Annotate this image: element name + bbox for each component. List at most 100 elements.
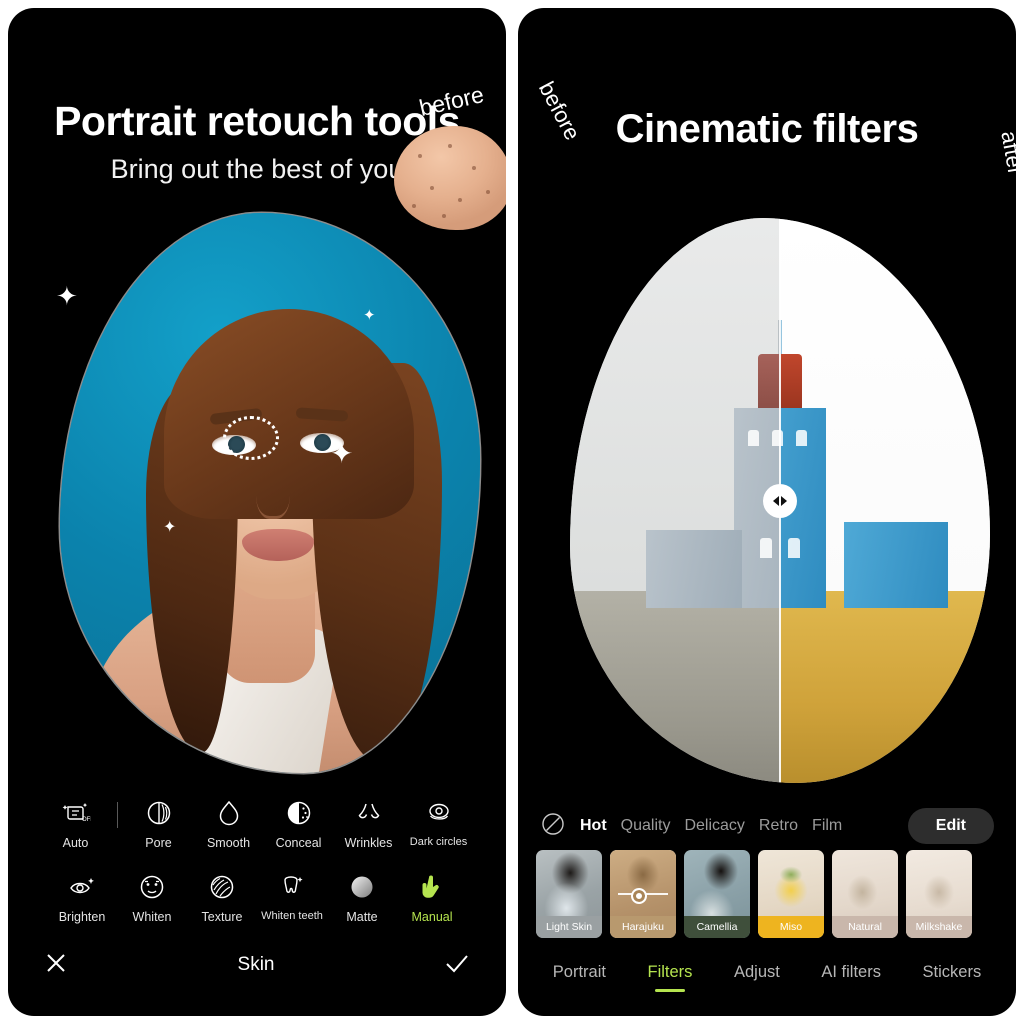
- tool-label: Brighten: [58, 910, 106, 924]
- nav-item-filters[interactable]: Filters: [647, 963, 693, 992]
- filter-thumb-natural[interactable]: Natural: [832, 850, 898, 938]
- filter-thumb-light-skin[interactable]: Light Skin: [536, 850, 602, 938]
- tool-label: Auto: [62, 836, 89, 850]
- selection-ring[interactable]: [223, 416, 279, 460]
- nav-label: Stickers: [922, 963, 982, 981]
- filter-thumb-label: Miso: [758, 916, 824, 938]
- left-right-arrows-icon: [773, 495, 787, 506]
- nav-item-portrait[interactable]: Portrait: [553, 963, 606, 992]
- filter-thumb-camellia[interactable]: Camellia: [684, 850, 750, 938]
- none-slash-icon[interactable]: [540, 811, 566, 842]
- filter-category-retro[interactable]: Retro: [759, 817, 798, 835]
- eye-dark-circles-icon: [424, 798, 454, 828]
- sparkle-icon: ✦: [56, 281, 78, 311]
- pore-circle-icon: [145, 798, 173, 828]
- filter-category-quality[interactable]: Quality: [621, 817, 671, 835]
- filter-category-film[interactable]: Film: [812, 817, 842, 835]
- nav-item-ai-filters[interactable]: AI filters: [821, 963, 881, 992]
- comparison-blob: [570, 218, 990, 783]
- filter-thumb-label: Camellia: [684, 916, 750, 938]
- nav-item-stickers[interactable]: Stickers: [923, 963, 982, 992]
- portrait-blob: [60, 213, 480, 773]
- after-label: after: [996, 129, 1016, 177]
- nav-underline: [654, 989, 685, 992]
- conceal-circle-icon: [285, 798, 313, 828]
- filter-thumb-label: Harajuku: [610, 916, 676, 938]
- face-whiten-icon: [138, 872, 166, 902]
- tool-label: Dark circles: [409, 836, 468, 848]
- left-bottom-bar: Skin: [8, 942, 506, 988]
- retouch-toolbar: OFF Auto: [8, 798, 506, 924]
- panel-title: Skin: [237, 954, 275, 975]
- filter-thumb-harajuku[interactable]: Harajuku: [610, 850, 676, 938]
- pointing-hand-icon: [419, 872, 445, 902]
- filter-thumbnail-list: Light Skin Harajuku Camellia Miso Natura…: [518, 850, 1016, 938]
- bottom-nav: Portrait Filters Adjust AI filters Stick…: [518, 963, 1016, 992]
- filter-thumb-label: Natural: [832, 916, 898, 938]
- left-phone-panel: Portrait retouch tools Bring out the bes…: [8, 8, 506, 1016]
- nav-item-adjust[interactable]: Adjust: [734, 963, 780, 992]
- filter-preview[interactable]: [544, 192, 1016, 809]
- tool-dark-circles[interactable]: Dark circles: [404, 798, 474, 848]
- filter-thumb-miso[interactable]: Miso: [758, 850, 824, 938]
- tool-label: Smooth: [206, 836, 251, 850]
- edit-button[interactable]: Edit: [907, 808, 994, 844]
- tool-wrinkles[interactable]: Wrinkles: [334, 798, 404, 850]
- comparison-slider-handle[interactable]: [763, 483, 797, 518]
- nav-label: Portrait: [552, 963, 606, 981]
- filter-category-delicacy[interactable]: Delicacy: [684, 817, 744, 835]
- tool-label: Manual: [411, 910, 453, 924]
- sparkle-icon: ✦: [163, 519, 177, 536]
- filter-thumb-milkshake[interactable]: Milkshake: [906, 850, 972, 938]
- toolbar-divider: [116, 802, 118, 828]
- portrait-preview[interactable]: [34, 187, 506, 799]
- right-heading-block: Cinematic filters: [518, 108, 1016, 150]
- tool-whiten[interactable]: Whiten: [117, 872, 187, 924]
- auto-sparkle-icon: OFF: [61, 798, 91, 828]
- filter-category-bar: Hot Quality Delicacy Retro Film Edit: [518, 808, 1016, 844]
- portrait-figure: [60, 213, 480, 773]
- tool-label: Whiten: [132, 910, 172, 924]
- tool-smooth[interactable]: Smooth: [194, 798, 264, 850]
- right-phone-panel: Cinematic filters before after Hot Quali…: [518, 8, 1016, 1016]
- after-half: [780, 218, 990, 783]
- tool-manual[interactable]: Manual: [397, 872, 467, 924]
- toolbar-row-2: Brighten Whiten Texture Whiten teeth Mat…: [8, 872, 506, 924]
- nav-label: Filters: [647, 963, 693, 981]
- close-x-icon[interactable]: [42, 949, 70, 982]
- before-half: [570, 218, 780, 783]
- tool-pore[interactable]: Pore: [124, 798, 194, 850]
- droplet-icon: [216, 798, 242, 828]
- tool-matte[interactable]: Matte: [327, 872, 397, 924]
- nav-label: AI filters: [821, 963, 881, 981]
- svg-text:OFF: OFF: [82, 817, 91, 823]
- tool-label: Matte: [346, 910, 378, 924]
- app-screenshot: Portrait retouch tools Bring out the bes…: [0, 0, 1024, 1024]
- nose-wrinkles-icon: [354, 798, 384, 828]
- tool-label: Pore: [145, 836, 172, 850]
- filter-thumb-label: Milkshake: [906, 916, 972, 938]
- page-title: Cinematic filters: [615, 107, 919, 151]
- sparkle-icon: ✦: [330, 438, 354, 469]
- tool-whiten-teeth[interactable]: Whiten teeth: [257, 872, 327, 922]
- before-magnifier-blob: [394, 126, 506, 230]
- tool-label: Wrinkles: [344, 836, 393, 850]
- matte-sphere-icon: [348, 872, 376, 902]
- sparkle-icon: ✦: [363, 307, 376, 324]
- tool-label: Texture: [201, 910, 243, 924]
- tool-brighten[interactable]: Brighten: [47, 872, 117, 924]
- tool-conceal[interactable]: Conceal: [264, 798, 334, 850]
- nav-label: Adjust: [733, 963, 780, 981]
- tool-auto[interactable]: OFF Auto: [41, 798, 111, 850]
- checkmark-icon[interactable]: [442, 949, 472, 982]
- tool-texture[interactable]: Texture: [187, 872, 257, 924]
- intensity-slider[interactable]: [618, 888, 668, 904]
- eye-sparkle-icon: [67, 872, 97, 902]
- toolbar-row-1: OFF Auto: [8, 798, 506, 850]
- filter-category-hot[interactable]: Hot: [580, 817, 607, 835]
- tool-label: Conceal: [275, 836, 322, 850]
- tool-label: Whiten teeth: [261, 910, 323, 922]
- texture-swirl-icon: [208, 872, 236, 902]
- tooth-sparkle-icon: [278, 872, 306, 902]
- filter-thumb-label: Light Skin: [536, 916, 602, 938]
